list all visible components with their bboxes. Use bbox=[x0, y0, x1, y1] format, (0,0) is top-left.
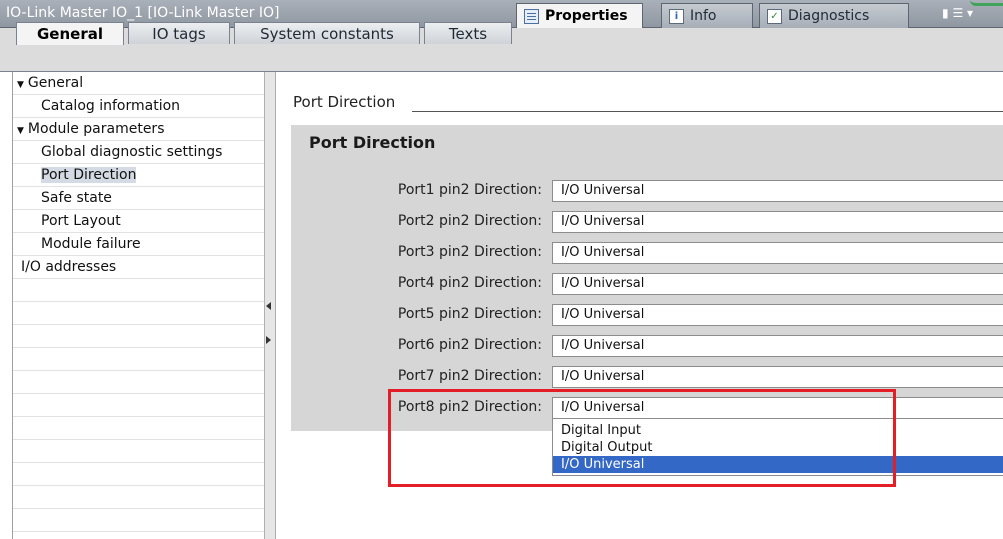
tab-info[interactable]: i Info bbox=[661, 3, 753, 28]
tree-item-label: Global diagnostic settings bbox=[41, 144, 223, 160]
properties-icon bbox=[524, 8, 539, 24]
port1-direction-label: Port1 pin2 Direction: bbox=[397, 182, 542, 198]
tab-properties[interactable]: Properties bbox=[516, 3, 643, 28]
tree-item-port-layout[interactable]: Port Layout bbox=[13, 210, 265, 233]
port3-direction-select[interactable]: I/O Universal bbox=[552, 242, 1003, 264]
tree-item-module-parameters[interactable]: ▼ Module parameters bbox=[13, 118, 265, 141]
collapse-left-arrow-icon[interactable] bbox=[266, 302, 271, 310]
tree-item-io-addresses[interactable]: I/O addresses bbox=[13, 256, 265, 279]
tree-empty-row bbox=[13, 371, 265, 394]
tab-properties-label: Properties bbox=[545, 8, 628, 24]
window-title: IO-Link Master IO_1 [IO-Link Master IO] bbox=[6, 5, 280, 21]
tree-item-label: Module parameters bbox=[27, 121, 165, 137]
highlight-annotation-box bbox=[388, 389, 896, 487]
port6-direction-select[interactable]: I/O Universal bbox=[552, 335, 1003, 357]
tree-item-global-diagnostic-settings[interactable]: Global diagnostic settings bbox=[13, 141, 265, 164]
port4-direction-select[interactable]: I/O Universal bbox=[552, 273, 1003, 295]
port4-direction-label: Port4 pin2 Direction: bbox=[397, 275, 542, 291]
tree-empty-row bbox=[13, 302, 265, 325]
tree-item-safe-state[interactable]: Safe state bbox=[13, 187, 265, 210]
tree-item-label: I/O addresses bbox=[21, 259, 117, 275]
tab-diagnostics[interactable]: ✓ Diagnostics bbox=[759, 3, 909, 28]
expand-triangle-icon[interactable]: ▼ bbox=[17, 74, 24, 96]
tree-item-label: Port Layout bbox=[41, 213, 121, 229]
chevron-down-icon[interactable]: ▾ bbox=[967, 6, 973, 20]
port7-direction-label: Port7 pin2 Direction: bbox=[397, 368, 542, 384]
tab-system-constants[interactable]: System constants bbox=[234, 22, 420, 44]
tree-empty-row bbox=[13, 279, 265, 302]
tree-item-label: Module failure bbox=[41, 236, 141, 252]
tree-empty-row bbox=[13, 440, 265, 463]
tree-item-general[interactable]: ▼ General bbox=[13, 72, 265, 95]
tree-empty-row bbox=[13, 325, 265, 348]
tab-io-tags[interactable]: IO tags bbox=[128, 22, 230, 44]
port2-direction-select[interactable]: I/O Universal bbox=[552, 211, 1003, 233]
section-divider bbox=[412, 111, 1003, 112]
tree-item-module-failure[interactable]: Module failure bbox=[13, 233, 265, 256]
tree-item-catalog-information[interactable]: Catalog information bbox=[13, 95, 265, 118]
tree-item-label: General bbox=[27, 75, 84, 91]
tree-item-label: Catalog information bbox=[41, 98, 181, 114]
expand-right-arrow-icon[interactable] bbox=[266, 336, 271, 344]
port7-direction-select[interactable]: I/O Universal bbox=[552, 366, 1003, 388]
port2-direction-label: Port2 pin2 Direction: bbox=[397, 213, 542, 229]
diagnostics-icon: ✓ bbox=[767, 8, 782, 24]
tab-texts[interactable]: Texts bbox=[424, 22, 512, 44]
tab-diagnostics-label: Diagnostics bbox=[788, 8, 870, 24]
info-icon: i bbox=[669, 8, 684, 24]
tab-general[interactable]: General bbox=[16, 22, 124, 45]
port5-direction-label: Port5 pin2 Direction: bbox=[397, 306, 542, 322]
tree-empty-row bbox=[13, 394, 265, 417]
panel-title: Port Direction bbox=[309, 133, 436, 152]
dock-menu-icon[interactable]: ☰ bbox=[952, 6, 963, 20]
tree-empty-row bbox=[13, 463, 265, 486]
port3-direction-label: Port3 pin2 Direction: bbox=[397, 244, 542, 260]
port5-direction-select[interactable]: I/O Universal bbox=[552, 304, 1003, 326]
section-heading: Port Direction bbox=[293, 93, 396, 111]
window-controls[interactable]: ▮ ☰ ▾ bbox=[942, 6, 1002, 22]
navigation-tree: ▼ General Catalog information ▼ Module par… bbox=[12, 72, 265, 539]
tree-empty-row bbox=[13, 486, 265, 509]
expand-triangle-icon[interactable]: ▼ bbox=[17, 120, 24, 142]
tree-item-label: Port Direction bbox=[41, 167, 137, 183]
port6-direction-label: Port6 pin2 Direction: bbox=[397, 337, 542, 353]
tree-empty-row bbox=[13, 509, 265, 532]
tab-info-label: Info bbox=[690, 8, 717, 24]
tree-item-port-direction[interactable]: Port Direction bbox=[13, 164, 265, 187]
tree-empty-row bbox=[13, 417, 265, 440]
float-window-icon[interactable]: ▮ bbox=[942, 6, 949, 20]
tree-empty-row bbox=[13, 348, 265, 371]
tree-item-label: Safe state bbox=[41, 190, 112, 206]
port1-direction-select[interactable]: I/O Universal bbox=[552, 180, 1003, 202]
